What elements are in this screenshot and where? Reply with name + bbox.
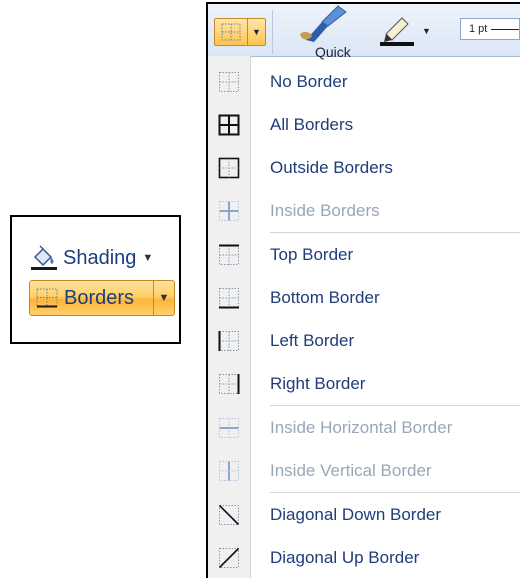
menu-item-label: Inside Borders xyxy=(270,200,380,220)
ribbon-cut-label: Quick xyxy=(315,44,351,60)
menu-item-label: Top Border xyxy=(270,244,354,264)
ribbon-separator xyxy=(272,10,273,54)
menu-item-label: Outside Borders xyxy=(270,157,393,177)
menu-item-right-border[interactable]: Right Border xyxy=(208,362,520,405)
borders-label: Borders xyxy=(64,286,135,309)
inside-borders-icon xyxy=(219,200,239,221)
menu-item-label: Diagonal Up Border xyxy=(270,547,420,567)
borders-gallery-icon[interactable] xyxy=(215,19,247,45)
inside-horizontal-border-icon xyxy=(219,417,239,438)
menu-item-left-border[interactable]: Left Border xyxy=(208,319,520,362)
menu-item-label: Inside Vertical Border xyxy=(270,460,432,480)
menu-item-label: Bottom Border xyxy=(270,287,380,307)
menu-item-label: No Border xyxy=(270,71,348,91)
borders-dropdown-arrow[interactable]: ▼ xyxy=(153,281,174,315)
chevron-down-icon[interactable]: ▼ xyxy=(422,26,431,36)
ribbon-strip: ▼ Quick ▼ 1 pt xyxy=(208,4,520,60)
line-weight-box[interactable]: 1 pt xyxy=(460,18,520,40)
chevron-down-icon[interactable]: ▼ xyxy=(142,252,153,264)
menu-item-label: Inside Horizontal Border xyxy=(270,417,453,437)
bottom-border-icon xyxy=(36,288,58,308)
menu-items: No Border All Borders Outside Borders In… xyxy=(208,60,520,578)
outside-borders-icon xyxy=(218,157,240,178)
chevron-down-icon[interactable]: ▼ xyxy=(247,19,265,45)
menu-item-label: All Borders xyxy=(270,114,354,134)
left-border-icon xyxy=(218,330,239,351)
right-border-icon xyxy=(219,373,240,394)
borders-dropdown-menu: ▼ Quick ▼ 1 pt No Border All Borders Out… xyxy=(206,2,520,578)
menu-item-label: Diagonal Down Border xyxy=(270,504,442,524)
diagonal-up-border-icon xyxy=(218,547,240,568)
line-sample xyxy=(491,28,519,30)
borders-button[interactable]: Borders ▼ xyxy=(29,280,175,316)
menu-item-inside-borders: Inside Borders xyxy=(208,189,520,232)
paint-bucket-icon xyxy=(31,245,57,270)
menu-item-diagonal-down-border[interactable]: Diagonal Down Border xyxy=(208,493,520,536)
menu-item-inside-vertical-border: Inside Vertical Border xyxy=(208,449,520,492)
menu-item-bottom-border[interactable]: Bottom Border xyxy=(208,276,520,319)
borders-main-button[interactable]: Borders xyxy=(30,281,153,315)
all-borders-icon xyxy=(218,114,240,135)
menu-item-outside-borders[interactable]: Outside Borders xyxy=(208,146,520,189)
menu-item-label: Right Border xyxy=(270,373,366,393)
diagonal-down-border-icon xyxy=(218,504,240,525)
top-border-icon xyxy=(219,244,239,265)
menu-item-top-border[interactable]: Top Border xyxy=(208,233,520,276)
menu-item-inside-horizontal-border: Inside Horizontal Border xyxy=(208,406,520,449)
borders-callout: Shading ▼ Borders ▼ xyxy=(10,215,181,344)
line-weight-value: 1 pt xyxy=(469,23,488,35)
paint-brush-icon[interactable] xyxy=(292,4,352,44)
menu-item-label: Left Border xyxy=(270,330,355,350)
borders-split-button[interactable]: ▼ xyxy=(214,18,266,46)
shading-button[interactable]: Shading ▼ xyxy=(29,243,177,273)
bottom-border-icon xyxy=(219,287,239,308)
menu-item-all-borders[interactable]: All Borders xyxy=(208,103,520,146)
shading-label: Shading xyxy=(63,246,137,269)
pen-color-icon[interactable] xyxy=(378,16,418,46)
inside-vertical-border-icon xyxy=(219,460,239,481)
no-border-icon xyxy=(219,71,239,92)
menu-item-no-border[interactable]: No Border xyxy=(208,60,520,103)
menu-item-diagonal-up-border[interactable]: Diagonal Up Border xyxy=(208,536,520,578)
